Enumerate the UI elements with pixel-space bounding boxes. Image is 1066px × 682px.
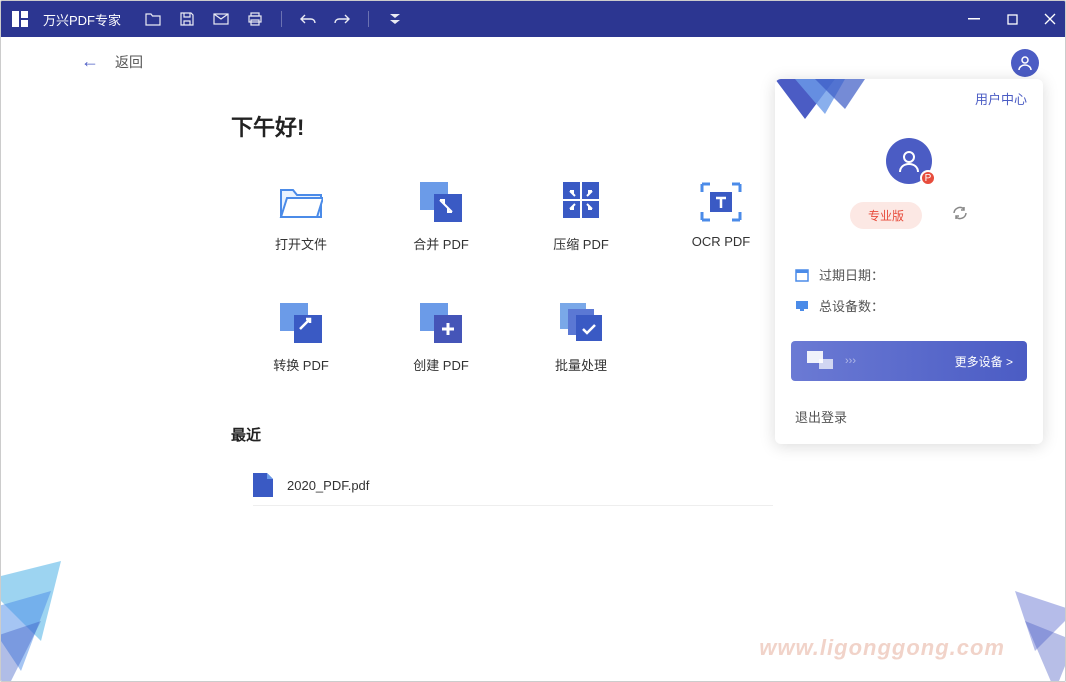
action-open-file[interactable]: 打开文件 [231, 182, 371, 253]
logout-button[interactable]: 退出登录 [775, 399, 1043, 444]
ocr-icon [699, 182, 743, 222]
app-logo-icon [9, 8, 31, 30]
minimize-button[interactable] [967, 12, 981, 26]
separator [281, 11, 282, 27]
save-icon[interactable] [179, 11, 195, 27]
convert-icon [279, 303, 323, 343]
compress-icon [559, 182, 603, 222]
plan-badge-icon: P [920, 170, 936, 186]
actions-grid: 打开文件 合并 PDF 压缩 PDF OCR PDF [231, 182, 791, 374]
create-icon [419, 303, 463, 343]
mail-icon[interactable] [213, 11, 229, 27]
action-convert-pdf[interactable]: 转换 PDF [231, 303, 371, 374]
titlebar: 万兴PDF专家 [1, 1, 1065, 37]
app-title: 万兴PDF专家 [43, 10, 121, 29]
refresh-icon[interactable] [952, 205, 968, 226]
decoration-bottom-left [0, 561, 101, 682]
folder-icon[interactable] [145, 11, 161, 27]
action-label: 批量处理 [555, 355, 607, 374]
avatar-wrap: P [775, 138, 1043, 184]
content-area: ← 返回 下午好! 打开文件 合并 PDF [1, 37, 1065, 681]
plan-row: 专业版 [775, 202, 1043, 229]
devices-label: 总设备数： [819, 296, 884, 315]
action-create-pdf[interactable]: 创建 PDF [371, 303, 511, 374]
app-window: 万兴PDF专家 [0, 0, 1066, 682]
toolbar-icons [145, 11, 403, 27]
close-button[interactable] [1043, 12, 1057, 26]
panel-decoration [775, 79, 865, 135]
collapse-icon[interactable] [387, 11, 403, 27]
action-compress-pdf[interactable]: 压缩 PDF [511, 182, 651, 253]
action-label: 转换 PDF [273, 355, 329, 374]
action-label: 创建 PDF [413, 355, 469, 374]
devices-icon [805, 349, 835, 373]
action-label: OCR PDF [692, 234, 751, 249]
back-arrow-icon[interactable]: ← [81, 51, 99, 72]
watermark: www.ligonggong.com [759, 635, 1005, 661]
user-panel: 用户中心 P 专业版 过期日期： 总设备数： [775, 79, 1043, 444]
merge-icon [419, 182, 463, 222]
action-batch[interactable]: 批量处理 [511, 303, 651, 374]
more-devices-label: 更多设备 > [955, 353, 1013, 370]
calendar-icon [795, 268, 809, 282]
maximize-button[interactable] [1005, 12, 1019, 26]
file-name: 2020_PDF.pdf [287, 478, 369, 493]
more-devices-button[interactable]: ››› 更多设备 > [791, 341, 1027, 381]
devices-row: 总设备数： [775, 290, 1043, 321]
monitor-icon [795, 299, 809, 313]
action-label: 压缩 PDF [553, 234, 609, 253]
separator [368, 11, 369, 27]
folder-open-icon [279, 182, 323, 222]
expire-label: 过期日期： [819, 265, 884, 284]
expire-row: 过期日期： [775, 259, 1043, 290]
action-ocr-pdf[interactable]: OCR PDF [651, 182, 791, 253]
batch-icon [559, 303, 603, 343]
window-controls [967, 12, 1057, 26]
plan-label: 专业版 [850, 202, 922, 229]
redo-icon[interactable] [334, 11, 350, 27]
pdf-file-icon [253, 473, 273, 497]
user-button[interactable] [1011, 49, 1039, 77]
print-icon[interactable] [247, 11, 263, 27]
undo-icon[interactable] [300, 11, 316, 27]
action-merge-pdf[interactable]: 合并 PDF [371, 182, 511, 253]
avatar-icon[interactable]: P [886, 138, 932, 184]
action-label: 打开文件 [275, 234, 327, 253]
recent-file-item[interactable]: 2020_PDF.pdf [253, 465, 773, 506]
action-label: 合并 PDF [413, 234, 469, 253]
back-label[interactable]: 返回 [115, 52, 143, 72]
